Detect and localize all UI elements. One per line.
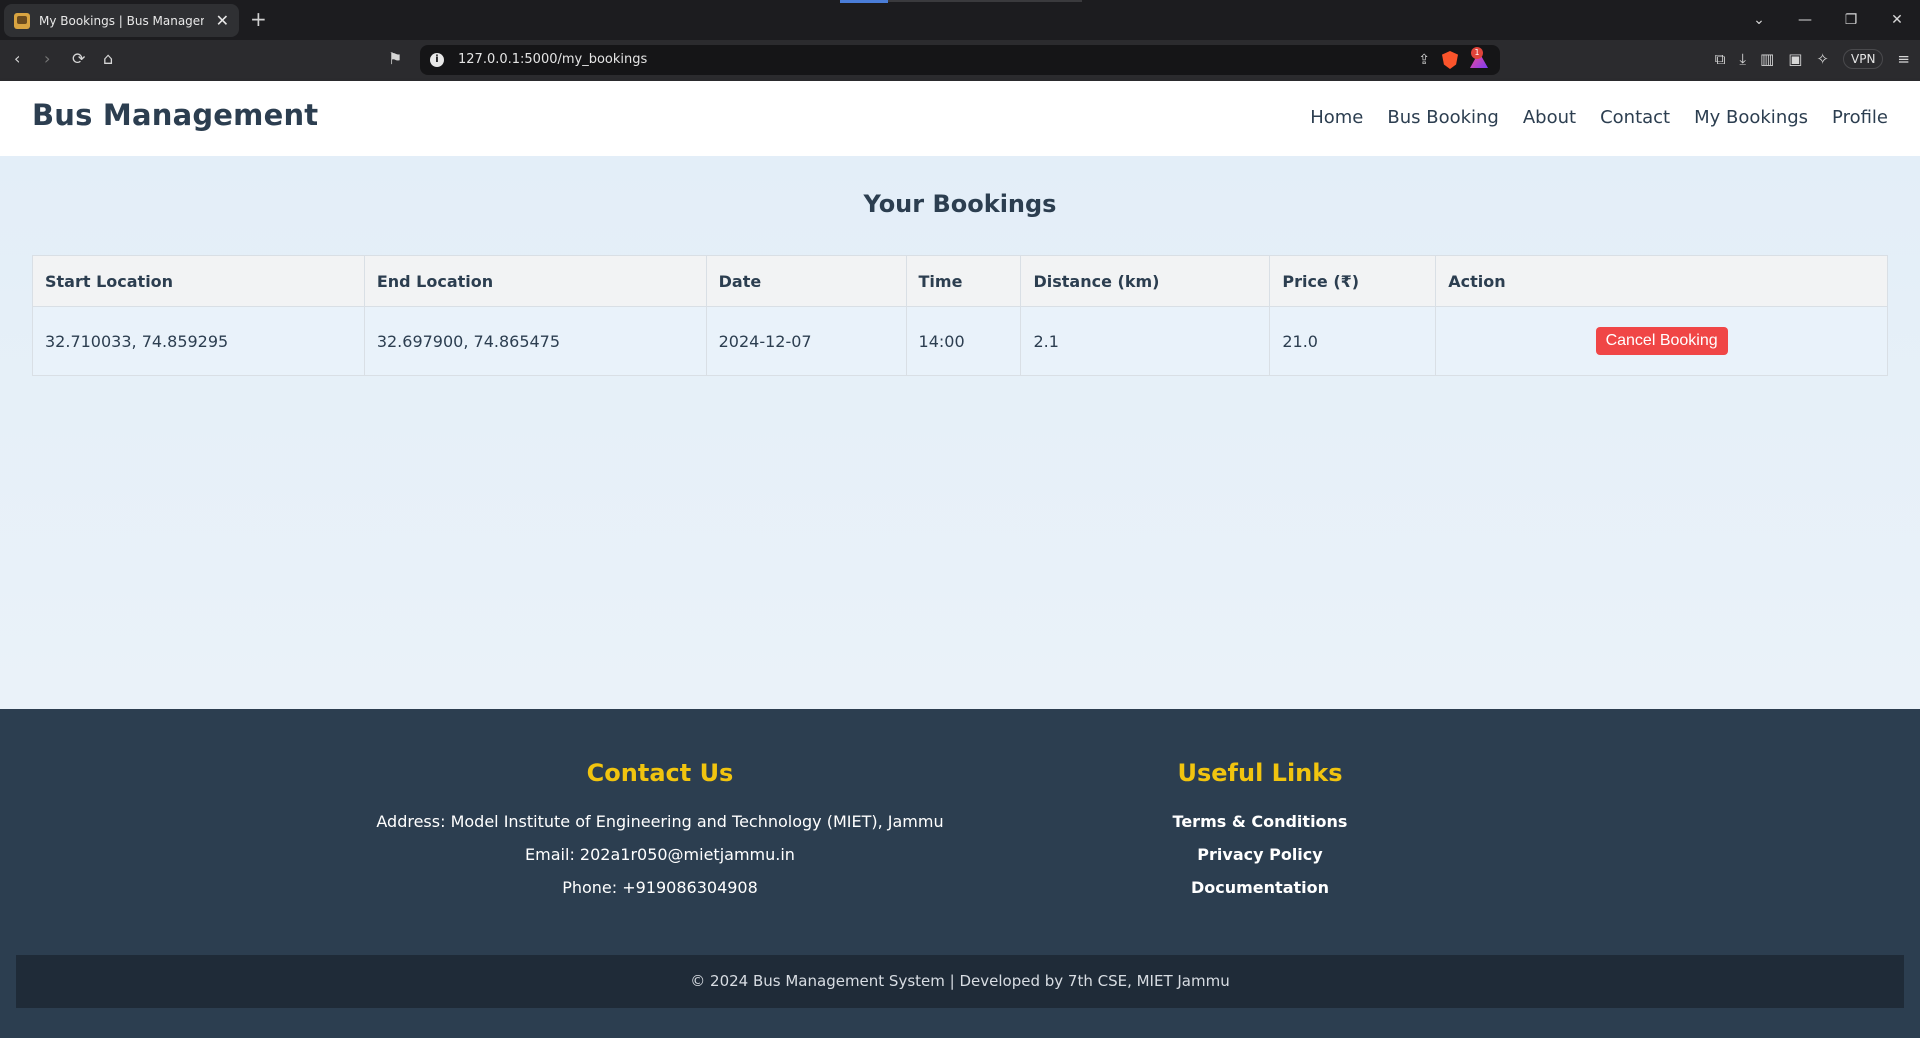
- start-location-cell: 32.710033, 74.859295: [32, 306, 365, 376]
- date-cell: 2024-12-07: [705, 306, 907, 376]
- footer-contact: Contact Us Address: Model Institute of E…: [360, 759, 960, 904]
- column-header: End Location: [363, 255, 707, 307]
- nav-my-bookings[interactable]: My Bookings: [1694, 107, 1808, 128]
- footer-phone: Phone: +919086304908: [562, 878, 758, 897]
- column-header: Distance (km): [1020, 255, 1271, 307]
- vpn-button[interactable]: VPN: [1843, 49, 1884, 69]
- nav-bus-booking[interactable]: Bus Booking: [1387, 107, 1499, 128]
- site-header: Bus Management Home Bus Booking About Co…: [0, 81, 1920, 156]
- minimize-icon[interactable]: —: [1782, 12, 1828, 28]
- column-header: Time: [905, 255, 1022, 307]
- table-row: 32.710033, 74.859295 32.697900, 74.86547…: [32, 306, 1888, 376]
- time-cell: 14:00: [905, 306, 1022, 376]
- price-cell: 21.0: [1269, 306, 1437, 376]
- footer-address: Address: Model Institute of Engineering …: [376, 812, 944, 831]
- footer-contact-heading: Contact Us: [586, 759, 734, 787]
- nav-contact[interactable]: Contact: [1600, 107, 1670, 128]
- close-tab-icon[interactable]: ✕: [216, 11, 229, 30]
- footer-email: Email: 202a1r050@mietjammu.in: [525, 845, 795, 864]
- footer-link-privacy[interactable]: Privacy Policy: [1160, 838, 1360, 871]
- column-header: Start Location: [32, 255, 365, 307]
- tab-strip-divider: [888, 0, 1082, 2]
- url-text[interactable]: 127.0.0.1:5000/my_bookings: [458, 52, 647, 67]
- site-brand[interactable]: Bus Management: [32, 98, 318, 132]
- site-nav: Home Bus Booking About Contact My Bookin…: [1310, 107, 1888, 128]
- table-header-row: Start Location End Location Date Time Di…: [32, 255, 1888, 307]
- column-header: Date: [705, 255, 907, 307]
- new-tab-icon[interactable]: +: [250, 7, 267, 31]
- column-header: Action: [1435, 255, 1888, 307]
- copyright-bar: © 2024 Bus Management System | Developed…: [16, 955, 1904, 1008]
- footer-links-heading: Useful Links: [1177, 759, 1343, 787]
- browser-extensions: ⧉ ⤓ ▥ ▣ ✧ VPN ≡: [1715, 49, 1910, 69]
- rewards-badge: 1: [1471, 47, 1483, 59]
- menu-icon[interactable]: ≡: [1897, 50, 1910, 68]
- sidebar-icon[interactable]: ▥: [1760, 50, 1774, 68]
- bookmark-icon[interactable]: ⚑: [388, 49, 402, 68]
- tab-strip-indicator: [840, 0, 888, 3]
- end-location-cell: 32.697900, 74.865475: [363, 306, 707, 376]
- action-cell: Cancel Booking: [1435, 306, 1888, 376]
- extensions-icon[interactable]: ⧉: [1715, 50, 1726, 68]
- forward-icon[interactable]: ›: [44, 49, 50, 68]
- home-icon[interactable]: ⌂: [103, 49, 113, 68]
- tab-title: My Bookings | Bus Management: [39, 13, 204, 28]
- leo-ai-icon[interactable]: ✧: [1816, 50, 1829, 68]
- footer-useful-links: Useful Links Terms & Conditions Privacy …: [1160, 759, 1360, 904]
- back-icon[interactable]: ‹: [14, 49, 20, 68]
- share-icon[interactable]: ⇪: [1418, 52, 1430, 68]
- footer-link-terms[interactable]: Terms & Conditions: [1160, 805, 1360, 838]
- column-header: Price (₹): [1269, 255, 1437, 307]
- wallet-icon[interactable]: ▣: [1788, 50, 1802, 68]
- brave-shields-icon[interactable]: [1442, 51, 1458, 69]
- browser-tab[interactable]: My Bookings | Bus Management ✕: [4, 4, 239, 37]
- tab-search-chevron-icon[interactable]: ⌄: [1736, 12, 1782, 28]
- distance-cell: 2.1: [1020, 306, 1271, 376]
- restore-icon[interactable]: ❐: [1828, 12, 1874, 28]
- browser-toolbar: ‹ › ⟳ ⌂ ⚑ i 127.0.0.1:5000/my_bookings ⇪…: [0, 40, 1920, 81]
- address-bar[interactable]: i 127.0.0.1:5000/my_bookings ⇪: [420, 45, 1500, 75]
- reload-icon[interactable]: ⟳: [72, 49, 85, 68]
- nav-home[interactable]: Home: [1310, 107, 1363, 128]
- page-title: Your Bookings: [863, 190, 1057, 218]
- bookings-table: Start Location End Location Date Time Di…: [32, 255, 1888, 376]
- window-controls: ⌄ — ❐ ✕: [1736, 0, 1920, 40]
- browser-tab-bar: My Bookings | Bus Management ✕ + ⌄ — ❐ ✕: [0, 0, 1920, 40]
- cancel-booking-button[interactable]: Cancel Booking: [1595, 327, 1728, 355]
- site-info-icon[interactable]: i: [430, 53, 444, 67]
- site-footer: Contact Us Address: Model Institute of E…: [0, 709, 1920, 1038]
- main-content: Your Bookings Start Location End Locatio…: [0, 156, 1920, 709]
- close-window-icon[interactable]: ✕: [1874, 12, 1920, 28]
- footer-link-documentation[interactable]: Documentation: [1160, 871, 1360, 904]
- bus-favicon-icon: [14, 12, 30, 29]
- downloads-icon[interactable]: ⤓: [1739, 50, 1746, 68]
- nav-about[interactable]: About: [1523, 107, 1576, 128]
- nav-profile[interactable]: Profile: [1832, 107, 1888, 128]
